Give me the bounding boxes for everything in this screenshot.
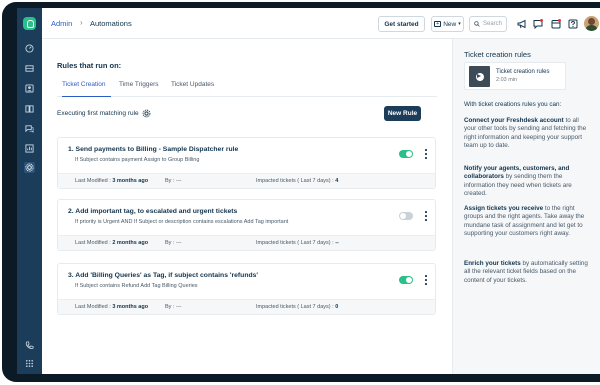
search-placeholder: Search [483, 21, 503, 27]
search-icon [474, 21, 480, 27]
new-button[interactable]: + New ▾ [431, 16, 464, 32]
breadcrumb-admin-link[interactable]: Admin [51, 19, 72, 28]
rule-title[interactable]: 2. Add important tag, to escalated and u… [68, 208, 237, 215]
rule-condition: If Subject contains Refund Add Tag Billi… [75, 283, 198, 289]
admin-icon[interactable] [24, 162, 35, 173]
dashboard-icon[interactable] [24, 43, 35, 54]
by-value: --- [176, 240, 182, 246]
impacted-label: Impacted tickets ( Last 7 days) : [256, 178, 334, 184]
calendar-icon[interactable] [550, 18, 561, 29]
by-value: --- [176, 178, 182, 184]
app-screen: Admin › Automations Get started + New ▾ … [17, 8, 600, 374]
tab-ticket-creation[interactable]: Ticket Creation [62, 79, 111, 97]
rule-card[interactable]: 2. Add important tag, to escalated and u… [57, 199, 436, 251]
solutions-icon[interactable] [24, 103, 35, 114]
by-label: By : [165, 178, 175, 184]
help-intro: With ticket creations rules you can: [464, 101, 562, 108]
rule-footer: Last Modified : 2 months ago By : --- Im… [58, 235, 435, 250]
rule-footer: Last Modified : 3 months ago By : --- Im… [58, 173, 435, 188]
forums-icon[interactable] [24, 123, 35, 134]
rule-condition: If Subject contains payment Assign to Gr… [75, 157, 200, 163]
reports-icon[interactable] [24, 143, 35, 154]
chevron-down-icon: ▾ [458, 21, 461, 27]
execution-mode-label: Executing first matching rule [57, 110, 139, 117]
help-panel: Ticket creation rules Ticket creation ru… [452, 39, 600, 374]
rule-title[interactable]: 3. Add 'Billing Queries' as Tag, if subj… [68, 272, 258, 279]
megaphone-icon[interactable] [516, 18, 527, 29]
help-paragraph-heading: Connect your Freshdesk account [464, 117, 564, 124]
last-modified-label: Last Modified : [75, 304, 111, 310]
impacted-value: -- [335, 240, 339, 246]
rule-card[interactable]: 3. Add 'Billing Queries' as Tag, if subj… [57, 263, 436, 315]
rule-toggle[interactable] [399, 212, 413, 220]
rule-card[interactable]: 1. Send payments to Billing - Sample Dis… [57, 137, 436, 189]
tab-ticket-updates[interactable]: Ticket Updates [171, 79, 214, 97]
sidebar [17, 8, 42, 374]
rule-toggle[interactable] [399, 276, 413, 284]
rule-toggle[interactable] [399, 150, 413, 158]
rule-condition: If priority is Urgent AND If Subject or … [75, 219, 289, 225]
search-input[interactable]: Search [469, 16, 507, 32]
impacted-value: 4 [335, 178, 339, 184]
more-options-icon[interactable] [424, 149, 428, 159]
last-modified-value: 2 months ago [112, 240, 149, 246]
rule-footer: Last Modified : 3 months ago By : --- Im… [58, 299, 435, 314]
breadcrumb-current-page: Automations [90, 19, 132, 28]
by-value: --- [176, 304, 182, 310]
video-card[interactable]: Ticket creation rules 2:03 min [464, 62, 566, 90]
by-label: By : [165, 240, 175, 246]
more-options-icon[interactable] [424, 275, 428, 285]
contacts-icon[interactable] [24, 83, 35, 94]
help-panel-title: Ticket creation rules [464, 50, 531, 59]
last-modified-label: Last Modified : [75, 178, 111, 184]
video-duration: 2:03 min [496, 77, 518, 83]
help-paragraph-heading: Enrich your tickets [464, 260, 521, 267]
last-modified-label: Last Modified : [75, 240, 111, 246]
plus-icon: + [434, 21, 442, 27]
by-label: By : [165, 304, 175, 310]
tab-time-triggers[interactable]: Time Triggers [119, 79, 159, 97]
rule-title[interactable]: 1. Send payments to Billing - Sample Dis… [68, 146, 238, 153]
phone-icon[interactable] [24, 340, 35, 351]
gear-icon[interactable] [142, 109, 151, 118]
last-modified-value: 3 months ago [112, 304, 149, 310]
device-frame: Admin › Automations Get started + New ▾ … [0, 0, 600, 385]
help-paragraph: Connect your Freshdesk account to all yo… [464, 117, 591, 150]
more-options-icon[interactable] [424, 211, 428, 221]
help-paragraph: Enrich your tickets by automatically set… [464, 260, 591, 285]
tickets-icon[interactable] [24, 63, 35, 74]
page-title: Rules that run on: [57, 61, 122, 70]
apps-icon[interactable] [24, 358, 35, 369]
help-paragraph-heading: Assign tickets you receive [464, 205, 544, 212]
help-paragraph: Assign tickets you receive to the right … [464, 205, 591, 238]
video-title[interactable]: Ticket creation rules [496, 69, 549, 75]
rule-tabs: Ticket Creation Time Triggers Ticket Upd… [57, 79, 437, 97]
play-icon[interactable] [477, 74, 481, 78]
impacted-label: Impacted tickets ( Last 7 days) : [256, 304, 334, 310]
last-modified-value: 3 months ago [112, 178, 149, 184]
new-button-label: New [443, 20, 457, 28]
help-icon[interactable] [567, 18, 578, 29]
impacted-label: Impacted tickets ( Last 7 days) : [256, 240, 334, 246]
help-paragraph: Notify your agents, customers, and colla… [464, 165, 591, 198]
freshdesk-logo-icon[interactable] [23, 17, 36, 30]
impacted-value: 0 [335, 304, 339, 310]
notifications-icon[interactable] [532, 18, 543, 29]
breadcrumb-separator: › [80, 18, 83, 27]
main-content: Rules that run on: Ticket Creation Time … [42, 39, 452, 374]
avatar[interactable] [584, 16, 599, 31]
new-rule-button[interactable]: New Rule [384, 106, 421, 121]
get-started-button[interactable]: Get started [378, 16, 425, 32]
execution-mode: Executing first matching rule [57, 109, 151, 118]
top-bar: Admin › Automations Get started + New ▾ … [42, 8, 600, 39]
